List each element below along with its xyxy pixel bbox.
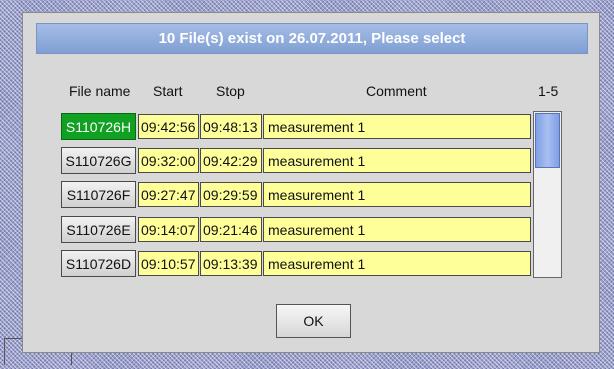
file-button[interactable]: S110726D (61, 250, 136, 277)
start-time-cell: 09:42:56 (138, 114, 199, 139)
comment-cell: measurement 1 (263, 251, 531, 276)
comment-cell: measurement 1 (263, 114, 531, 139)
stop-time-cell: 09:29:59 (200, 182, 262, 207)
comment-cell: measurement 1 (263, 182, 531, 207)
file-button[interactable]: S110726G (61, 147, 136, 174)
start-time-cell: 09:10:57 (138, 251, 199, 276)
file-button[interactable]: S110726H (61, 113, 136, 140)
start-time-cell: 09:32:00 (138, 148, 199, 173)
comment-cell: measurement 1 (263, 217, 531, 242)
header-comment: Comment (366, 83, 427, 99)
file-button[interactable]: S110726F (61, 181, 136, 208)
stop-time-cell: 09:48:13 (200, 114, 262, 139)
stop-time-cell: 09:13:39 (200, 251, 262, 276)
file-select-dialog: 10 File(s) exist on 26.07.2011, Please s… (22, 12, 600, 353)
file-list-scrollbar[interactable] (533, 111, 562, 278)
start-time-cell: 09:14:07 (138, 217, 199, 242)
stop-time-cell: 09:21:46 (200, 217, 262, 242)
comment-cell: measurement 1 (263, 148, 531, 173)
header-page-range: 1-5 (538, 83, 559, 99)
header-file-name: File name (69, 83, 131, 99)
file-button[interactable]: S110726E (61, 216, 136, 243)
header-stop: Stop (216, 83, 245, 99)
ok-button[interactable]: OK (276, 304, 351, 338)
dialog-title: 10 File(s) exist on 26.07.2011, Please s… (36, 23, 588, 54)
start-time-cell: 09:27:47 (138, 182, 199, 207)
header-start: Start (153, 83, 183, 99)
scrollbar-thumb[interactable] (535, 113, 560, 168)
stop-time-cell: 09:42:29 (200, 148, 262, 173)
